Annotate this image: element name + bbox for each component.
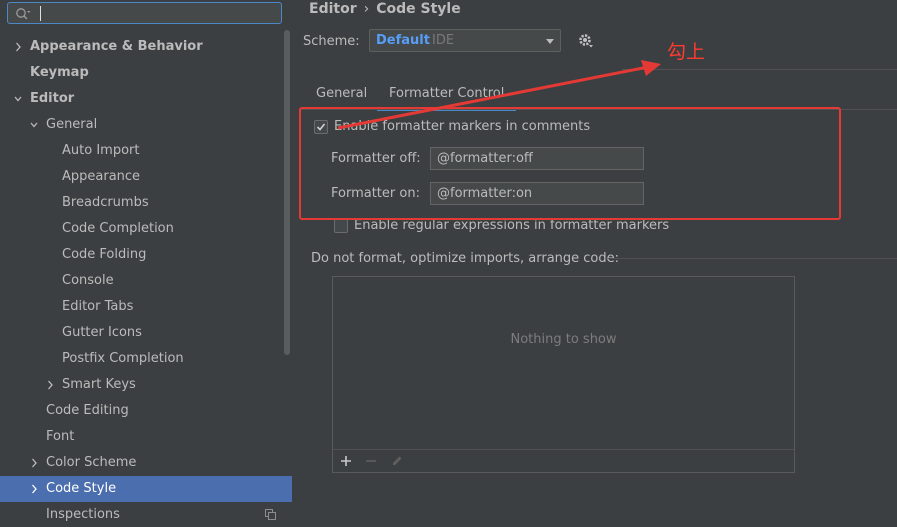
sidebar-item-code-style[interactable]: Code Style: [0, 476, 292, 502]
sidebar-item-label: Font: [46, 429, 75, 444]
breadcrumb-parent[interactable]: Editor: [309, 1, 357, 17]
scheme-dropdown[interactable]: Default IDE: [369, 29, 561, 52]
sidebar-item-console[interactable]: Console: [0, 268, 292, 294]
sidebar-item-code-editing[interactable]: Code Editing: [0, 398, 292, 424]
sidebar-item-label: Appearance: [62, 169, 141, 184]
enable-regex-label[interactable]: Enable regular expressions in formatter …: [354, 218, 669, 233]
sidebar-item-code-completion[interactable]: Code Completion: [0, 216, 292, 242]
sidebar-item-label: General: [46, 117, 98, 132]
annotation-highlight-box: [299, 107, 841, 220]
sidebar-item-label: Color Scheme: [46, 455, 137, 470]
chevron-down-icon[interactable]: [14, 94, 22, 104]
sidebar-item-label: Code Folding: [62, 247, 147, 262]
chevron-down-icon: [546, 39, 554, 44]
search-icon: [16, 8, 31, 20]
sidebar-item-keymap[interactable]: Keymap: [0, 60, 292, 86]
sidebar-item-color-scheme[interactable]: Color Scheme: [0, 450, 292, 476]
sidebar-item-editor-tabs[interactable]: Editor Tabs: [0, 294, 292, 320]
list-toolbar: [333, 449, 794, 472]
plus-icon[interactable]: [339, 454, 353, 468]
settings-main-panel: Editor › Code Style Scheme: Default IDE Ge…: [292, 0, 897, 527]
scheme-label: Scheme:: [303, 34, 360, 49]
settings-search-input[interactable]: [7, 2, 282, 24]
sidebar-item-label: Console: [62, 273, 114, 288]
sidebar-item-inspections[interactable]: Inspections: [0, 502, 292, 527]
text-cursor: [40, 6, 41, 21]
sidebar-item-label: Code Style: [46, 481, 117, 496]
empty-list-text: Nothing to show: [510, 332, 617, 347]
edit-icon: [393, 456, 402, 465]
sidebar-item-general[interactable]: General: [0, 112, 292, 138]
sidebar-item-appearance[interactable]: Appearance: [0, 164, 292, 190]
breadcrumb: Editor › Code Style: [309, 1, 461, 17]
sidebar-item-label: Gutter Icons: [62, 325, 142, 340]
breadcrumb-separator: ›: [363, 1, 370, 17]
sidebar-item-postfix-completion[interactable]: Postfix Completion: [0, 346, 292, 372]
chevron-right-icon[interactable]: [46, 380, 54, 390]
sidebar-item-label: Auto Import: [62, 143, 140, 158]
section-divider: [608, 258, 897, 259]
sidebar-item-editor[interactable]: Editor: [0, 86, 292, 112]
sidebar-item-font[interactable]: Font: [0, 424, 292, 450]
breadcrumb-current: Code Style: [376, 1, 461, 17]
scheme-value-suffix: IDE: [432, 33, 455, 48]
sidebar-scrollbar[interactable]: [284, 30, 290, 355]
sidebar-item-label: Editor: [30, 91, 75, 106]
sidebar-item-label: Postfix Completion: [62, 351, 184, 366]
enable-regex-checkbox[interactable]: [334, 219, 348, 233]
chevron-right-icon[interactable]: [14, 42, 22, 52]
copy-icon: [265, 509, 276, 520]
sidebar-item-label: Keymap: [30, 65, 89, 80]
do-not-format-list[interactable]: Nothing to show: [332, 276, 795, 473]
chevron-right-icon[interactable]: [30, 458, 38, 468]
annotation-text: 勾上: [667, 41, 706, 63]
sidebar-item-label: Smart Keys: [62, 377, 136, 392]
gear-icon[interactable]: [578, 33, 594, 49]
sidebar-item-label: Breadcrumbs: [62, 195, 149, 210]
sidebar-item-code-folding[interactable]: Code Folding: [0, 242, 292, 268]
sidebar-item-breadcrumbs[interactable]: Breadcrumbs: [0, 190, 292, 216]
sidebar-item-label: Code Editing: [46, 403, 129, 418]
sidebar-item-label: Appearance & Behavior: [30, 39, 203, 54]
settings-sidebar: Appearance & Behavior Keymap Editor General…: [0, 0, 292, 527]
sidebar-item-label: Code Completion: [62, 221, 174, 236]
minus-icon: [366, 460, 376, 462]
sidebar-item-smart-keys[interactable]: Smart Keys: [0, 372, 292, 398]
sidebar-item-gutter-icons[interactable]: Gutter Icons: [0, 320, 292, 346]
sidebar-item-auto-import[interactable]: Auto Import: [0, 138, 292, 164]
header-divider: [622, 69, 897, 70]
sidebar-item-label: Editor Tabs: [62, 299, 134, 314]
chevron-right-icon[interactable]: [30, 484, 38, 494]
sidebar-item-label: Inspections: [46, 507, 120, 522]
chevron-down-icon[interactable]: [30, 120, 38, 130]
do-not-format-title: Do not format, optimize imports, arrange…: [311, 251, 620, 266]
scheme-value: Default: [376, 33, 430, 48]
sidebar-item-appearance-behavior[interactable]: Appearance & Behavior: [0, 34, 292, 60]
